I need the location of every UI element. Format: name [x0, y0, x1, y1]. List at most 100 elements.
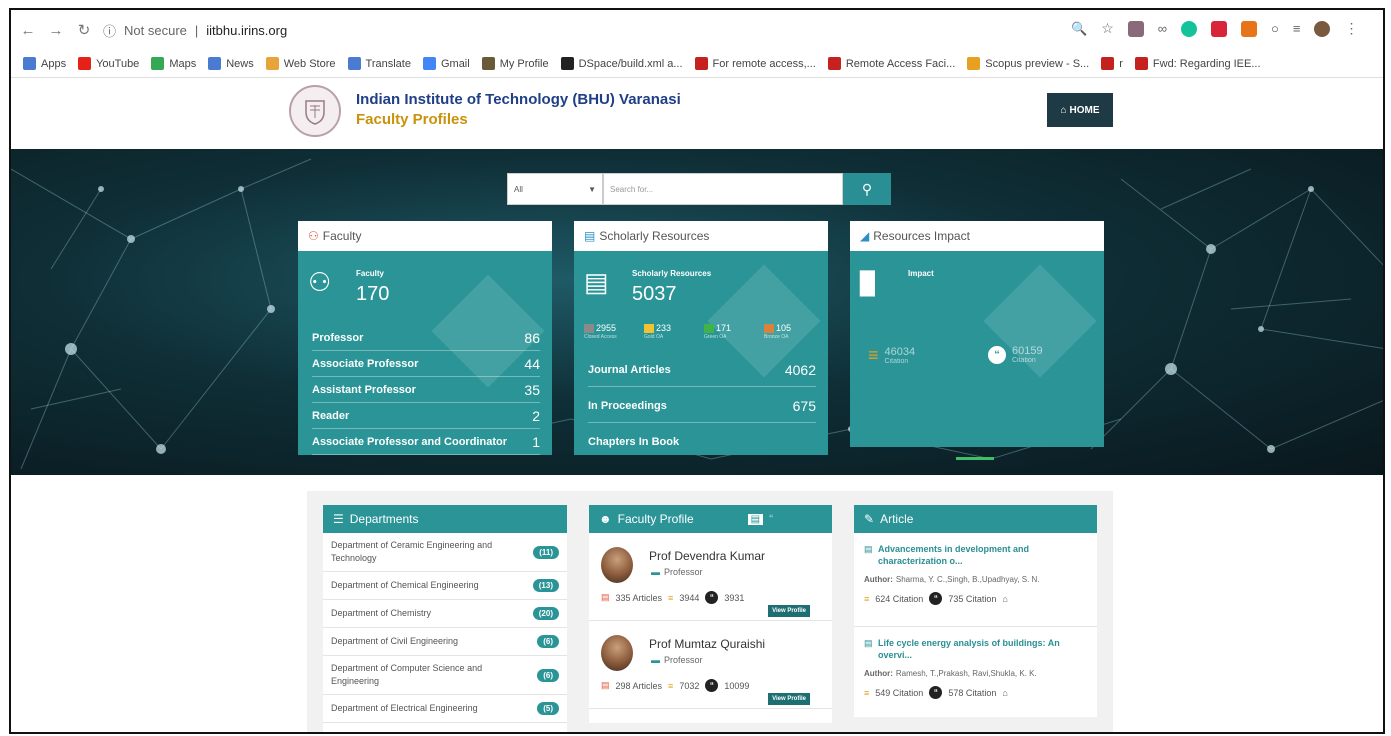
doc-toggle-icon[interactable]: ▤ — [747, 513, 764, 525]
mendeley-icon[interactable] — [1211, 20, 1228, 37]
bookmark-label: For remote access,... — [712, 57, 816, 70]
bookmark-item[interactable]: My Profile — [481, 57, 549, 70]
back-icon[interactable]: ← — [17, 22, 39, 39]
resource-row-label: In Proceedings — [588, 399, 667, 412]
home-button[interactable]: ⌂ HOME — [1047, 93, 1113, 127]
faculty-icon: ⚇ — [308, 267, 332, 297]
menu-icon[interactable]: ⋮ — [1344, 20, 1358, 37]
bookmark-item[interactable]: Apps — [23, 57, 66, 70]
department-item[interactable]: Department of Chemistry (20) — [323, 600, 567, 628]
bookmark-item[interactable]: Gmail — [422, 57, 470, 70]
scopus-icon: ≡ — [864, 687, 870, 698]
profile-name[interactable]: Prof Mumtaz Quraishi — [649, 637, 765, 651]
resource-row-count: 4062 — [784, 361, 816, 378]
article-authors: Author: Ramesh, T.,Prakash, Ravi,Shukla, … — [864, 669, 1087, 678]
department-count-badge: (13) — [532, 579, 559, 592]
url-field[interactable]: ⓘ Not secure | iitbhu.irins.org — [103, 16, 1106, 44]
department-count-badge: (6) — [537, 668, 559, 682]
bookmark-item[interactable]: News — [208, 57, 254, 70]
article-item: Life cycle energy analysis of buildings:… — [854, 627, 1097, 717]
bookmark-label: Maps — [169, 57, 197, 70]
faculty-row[interactable]: Associate Professor 44 — [312, 351, 540, 377]
google-count: 10099 — [724, 680, 750, 691]
reading-list-icon[interactable]: ≡ — [1293, 21, 1301, 36]
department-item[interactable]: Department of Computer Science and Engin… — [323, 656, 567, 695]
department-name: Department of Computer Science and Engin… — [331, 663, 483, 686]
profile-stats: ▤ 298 Articles ≡ 7032 “ 10099 — [601, 679, 749, 692]
bookmark-label: Web Store — [283, 57, 336, 70]
article-title-link[interactable]: Advancements in development and characte… — [864, 543, 1087, 567]
search-scope-select[interactable]: All ▼ — [507, 173, 603, 205]
extension-icon[interactable] — [1127, 20, 1144, 37]
article-title-link[interactable]: Life cycle energy analysis of buildings:… — [864, 637, 1087, 661]
bookmark-item[interactable]: YouTube — [78, 57, 139, 70]
department-item[interactable]: Department of Ceramic Engineering and Te… — [323, 533, 567, 572]
url-text[interactable]: iitbhu.irins.org — [206, 23, 287, 38]
home-icon: ⌂ — [1060, 104, 1067, 116]
bookmark-item[interactable]: Maps — [151, 57, 196, 70]
profile-name[interactable]: Prof Devendra Kumar — [649, 549, 765, 563]
view-profile-button[interactable]: View Profile — [768, 605, 810, 617]
resource-row-count: 675 — [792, 397, 816, 414]
info-icon[interactable]: ⓘ — [103, 21, 116, 40]
department-item[interactable]: Department of Civil Engineering (6) — [323, 628, 567, 656]
scopus-count: 3944 — [679, 592, 700, 603]
view-profile-button[interactable]: View Profile — [768, 693, 810, 705]
department-item[interactable]: Department of Electrical Engineering (5) — [323, 695, 567, 723]
document-icon: ▤ — [584, 229, 596, 243]
faculty-row[interactable]: Associate Professor and Coordinator 1 — [312, 429, 540, 455]
bookmark-item[interactable]: For remote access,... — [694, 57, 816, 70]
bookmark-item[interactable]: Remote Access Faci... — [827, 57, 955, 70]
avatar[interactable] — [1314, 20, 1331, 37]
bookmark-item[interactable]: Scopus preview - S... — [967, 57, 1089, 70]
faculty-profile-panel: ☻ Faculty Profile ▤ “ Prof Devendra Kumar ▬ P… — [589, 505, 832, 723]
faculty-row[interactable]: Reader 2 — [312, 403, 540, 429]
scopus-citation: 624 Citation — [875, 593, 924, 604]
resource-row[interactable]: In Proceedings 675 — [588, 389, 816, 423]
bookmark-icon — [1101, 57, 1115, 70]
faculty-row-label: Associate Professor — [312, 357, 419, 370]
department-name: Department of Civil Engineering — [331, 636, 459, 646]
oa-label: Closed Access — [584, 334, 617, 341]
scopus-icon: ≡ — [668, 592, 674, 603]
faculty-row[interactable]: Professor 86 — [312, 325, 540, 351]
scopus-citation: 549 Citation — [875, 687, 924, 698]
scholarly-card: ▤ Scholarly Resources ▤ Scholarly Resourc… — [574, 221, 828, 455]
bookmark-icon — [78, 57, 92, 70]
bookmark-item[interactable]: DSpace/build.xml a... — [560, 57, 683, 70]
quote-toggle-icon[interactable]: “ — [769, 512, 773, 526]
browser-window: ← → ↻ ⓘ Not secure | iitbhu.irins.org 🔍 … — [9, 8, 1385, 734]
forward-icon[interactable]: → — [45, 22, 67, 39]
zoom-icon[interactable]: 🔍 — [1071, 21, 1087, 37]
bookmark-item[interactable]: Translate — [347, 57, 411, 70]
star-icon[interactable]: ☆ — [1101, 20, 1114, 37]
bookmark-label: r — [1119, 57, 1123, 70]
infinity-icon[interactable]: ∞ — [1158, 21, 1167, 36]
department-item[interactable]: Department of Chemical Engineering (13) — [323, 572, 567, 600]
bookmark-item[interactable]: r — [1101, 57, 1123, 70]
bookmark-label: News — [226, 57, 254, 70]
faculty-row[interactable]: Assistant Professor 35 — [312, 377, 540, 403]
circle-icon[interactable]: ○ — [1271, 21, 1279, 36]
institute-logo — [289, 85, 341, 137]
faculty-profile-card: Prof Mumtaz Quraishi ▬ Professor ▤ 298 Artic… — [589, 621, 832, 709]
faculty-profile-card: Prof Devendra Kumar ▬ Professor ▤ 335 Articl… — [589, 533, 832, 621]
profile-designation: ▬ Professor — [651, 655, 703, 665]
caret-down-icon: ▼ — [588, 184, 596, 194]
grammarly-icon[interactable] — [1181, 20, 1198, 37]
scopus-icon[interactable] — [1241, 20, 1258, 37]
oa-stat: 2955 Closed Access — [584, 323, 617, 340]
bookmark-item[interactable]: Web Store — [265, 57, 336, 70]
bookmark-item[interactable]: Fwd: Regarding IEE... — [1134, 57, 1261, 70]
search-button[interactable]: ⚲ — [843, 173, 891, 205]
oa-value: 105 — [776, 323, 792, 333]
search-input[interactable]: Search for... — [603, 173, 843, 205]
search-icon: ⚲ — [861, 180, 873, 197]
toolbar-icons: 🔍 ☆ ∞ ○ ≡ ⋮ — [1071, 20, 1358, 37]
resource-row[interactable]: Chapters In Book — [588, 425, 816, 455]
impact-card: ◢ Resources Impact ▉ Impact ≡ 46034 Citati… — [850, 221, 1104, 447]
reload-icon[interactable]: ↻ — [73, 21, 95, 39]
resource-row[interactable]: Journal Articles 4062 — [588, 353, 816, 387]
oa-stat: 233 Gold OA — [644, 323, 671, 340]
scholarly-count: 5037 — [632, 283, 677, 305]
